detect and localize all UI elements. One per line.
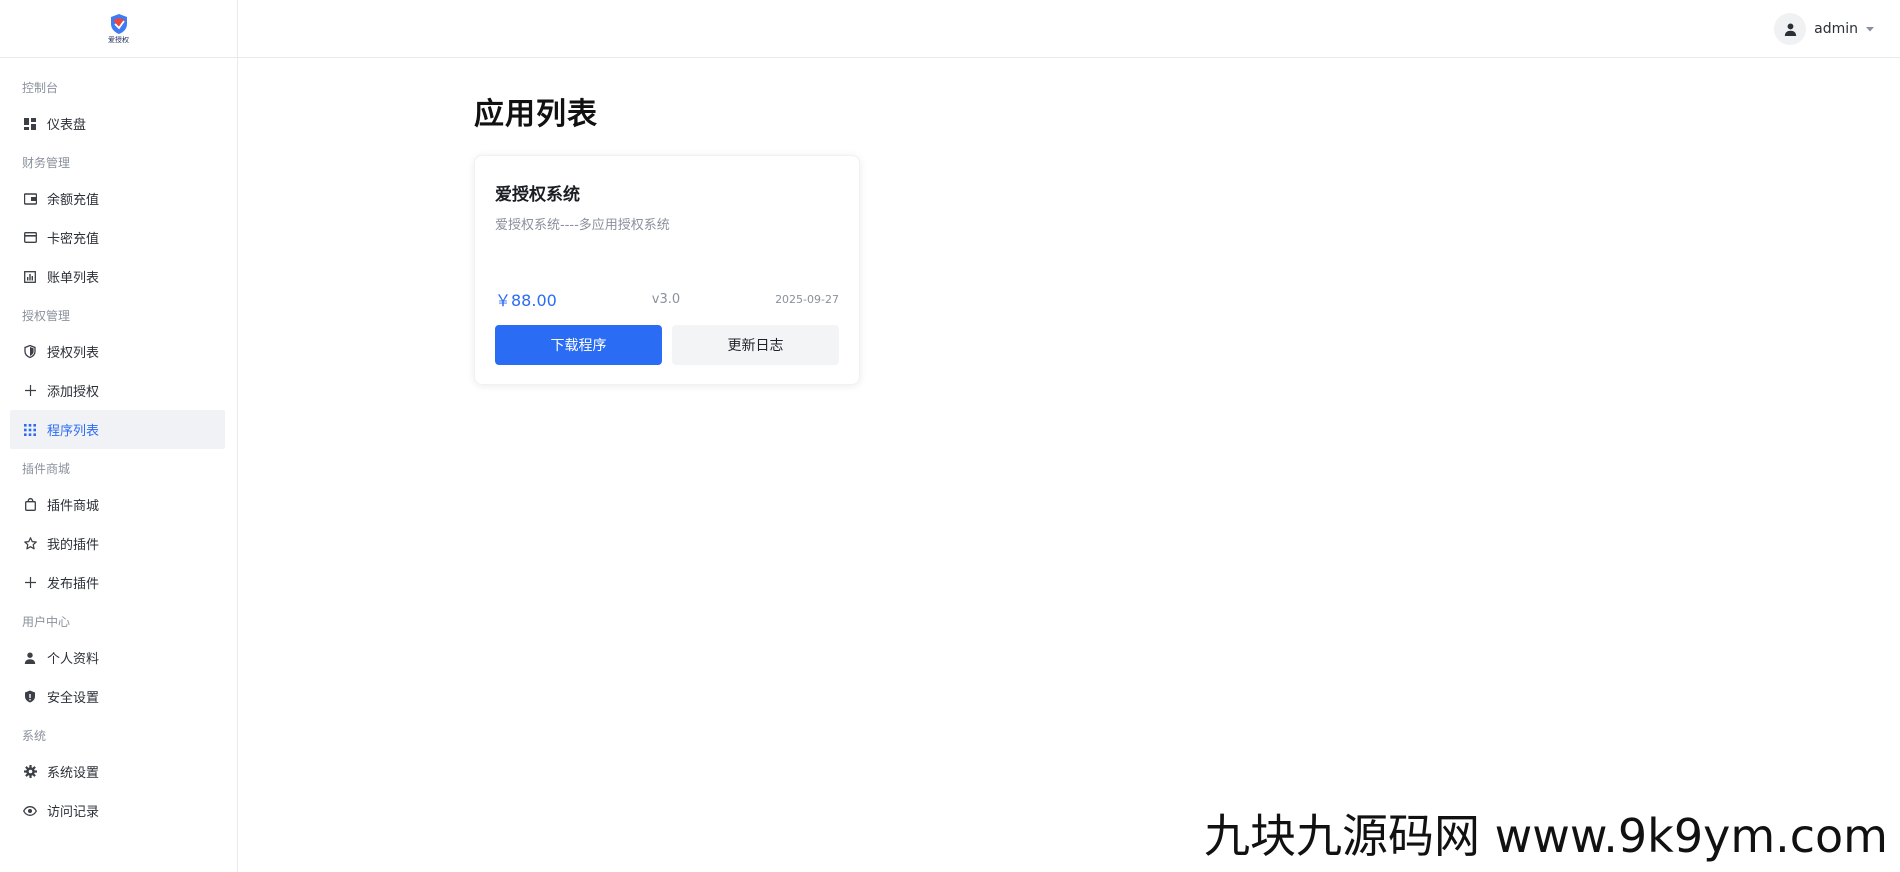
app-price: ￥88.00 [495, 291, 557, 310]
logo-area: 爱授权 [0, 0, 237, 58]
app-root: 爱授权 控制台 仪表盘 财务管理 余额充值 卡密充值 账单列表 授权管理 授权列… [0, 0, 1900, 872]
sidebar-item-add-license[interactable]: 添加授权 [10, 371, 225, 410]
username: admin [1814, 21, 1858, 37]
shopping-bag-icon [23, 498, 37, 512]
sidebar-item-dashboard[interactable]: 仪表盘 [10, 104, 225, 143]
star-icon [23, 537, 37, 551]
sidebar-item-my-plugins[interactable]: 我的插件 [10, 524, 225, 563]
gear-icon [23, 765, 37, 779]
app-actions: 下载程序 更新日志 [495, 325, 839, 365]
app-date: 2025-09-27 [775, 292, 839, 306]
nav-section-title: 财务管理 [22, 156, 71, 170]
sidebar-item-security-settings[interactable]: 安全设置 [10, 677, 225, 716]
bar-chart-icon [23, 270, 37, 284]
user-icon [23, 651, 37, 665]
sidebar-item-label: 账单列表 [47, 271, 100, 286]
sidebar-item-balance-recharge[interactable]: 余额充值 [10, 179, 225, 218]
sidebar-item-license-list[interactable]: 授权列表 [10, 332, 225, 371]
sidebar-item-program-list[interactable]: 程序列表 [10, 410, 225, 449]
sidebar-nav: 控制台 仪表盘 财务管理 余额充值 卡密充值 账单列表 授权管理 授权列表 添加… [0, 58, 237, 830]
watermark-text: 九块九源码网 www.9k9ym.com [1204, 809, 1888, 863]
plus-icon [23, 576, 37, 590]
sidebar-item-label: 授权列表 [47, 346, 100, 361]
sidebar-item-label: 仪表盘 [47, 118, 87, 133]
dashboard-icon [23, 117, 37, 131]
sidebar-item-label: 访问记录 [47, 805, 100, 820]
nav-section-title: 插件商城 [22, 462, 71, 476]
sidebar-item-label: 我的插件 [47, 538, 100, 553]
sidebar-item-card-recharge[interactable]: 卡密充值 [10, 218, 225, 257]
shield-logo-icon [110, 14, 127, 34]
page-title: 应用列表 [474, 97, 598, 132]
sidebar-item-label: 余额充值 [47, 193, 100, 208]
app-card: 爱授权系统 爱授权系统----多应用授权系统 ￥88.00 v3.0 2025-… [474, 155, 860, 385]
sidebar-item-label: 添加授权 [47, 385, 100, 400]
nav-section-title: 系统 [22, 729, 47, 743]
top-header: admin [238, 0, 1900, 58]
sidebar-item-access-log[interactable]: 访问记录 [10, 791, 225, 830]
sidebar-item-plugin-store[interactable]: 插件商城 [10, 485, 225, 524]
sidebar-item-system-settings[interactable]: 系统设置 [10, 752, 225, 791]
download-button[interactable]: 下载程序 [495, 325, 662, 365]
logo[interactable]: 爱授权 [108, 13, 129, 44]
nav-section-title: 授权管理 [22, 309, 71, 323]
wallet-icon [23, 192, 37, 206]
nav-section-title: 控制台 [22, 81, 59, 95]
sidebar-item-label: 插件商城 [47, 499, 100, 514]
shield-icon [23, 345, 37, 359]
sidebar-item-profile[interactable]: 个人资料 [10, 638, 225, 677]
eye-icon [23, 804, 37, 818]
sidebar: 爱授权 控制台 仪表盘 财务管理 余额充值 卡密充值 账单列表 授权管理 授权列… [0, 0, 238, 872]
sidebar-item-label: 个人资料 [47, 652, 100, 667]
app-description: 爱授权系统----多应用授权系统 [495, 218, 670, 233]
nav-section-title: 用户中心 [22, 615, 71, 629]
app-version: v3.0 [651, 291, 681, 307]
plus-icon [23, 384, 37, 398]
app-meta: ￥88.00 v3.0 2025-09-27 [495, 288, 839, 310]
sidebar-item-label: 卡密充值 [47, 232, 100, 247]
changelog-button[interactable]: 更新日志 [672, 325, 839, 365]
sidebar-item-publish-plugin[interactable]: 发布插件 [10, 563, 225, 602]
sidebar-item-label: 发布插件 [47, 577, 100, 592]
shield-check-icon [23, 690, 37, 704]
main-content: 应用列表 爱授权系统 爱授权系统----多应用授权系统 ￥88.00 v3.0 … [238, 59, 1900, 872]
app-name: 爱授权系统 [495, 185, 580, 205]
sidebar-item-label: 程序列表 [47, 424, 100, 439]
avatar [1774, 13, 1807, 45]
credit-card-icon [23, 231, 37, 245]
user-icon [1784, 23, 1796, 36]
user-menu[interactable]: admin [1774, 12, 1874, 46]
sidebar-item-label: 安全设置 [47, 691, 100, 706]
logo-text: 爱授权 [108, 36, 129, 44]
sidebar-item-bill-list[interactable]: 账单列表 [10, 257, 225, 296]
caret-down-icon [1866, 26, 1874, 31]
grid-icon [23, 423, 37, 437]
sidebar-item-label: 系统设置 [47, 766, 100, 781]
